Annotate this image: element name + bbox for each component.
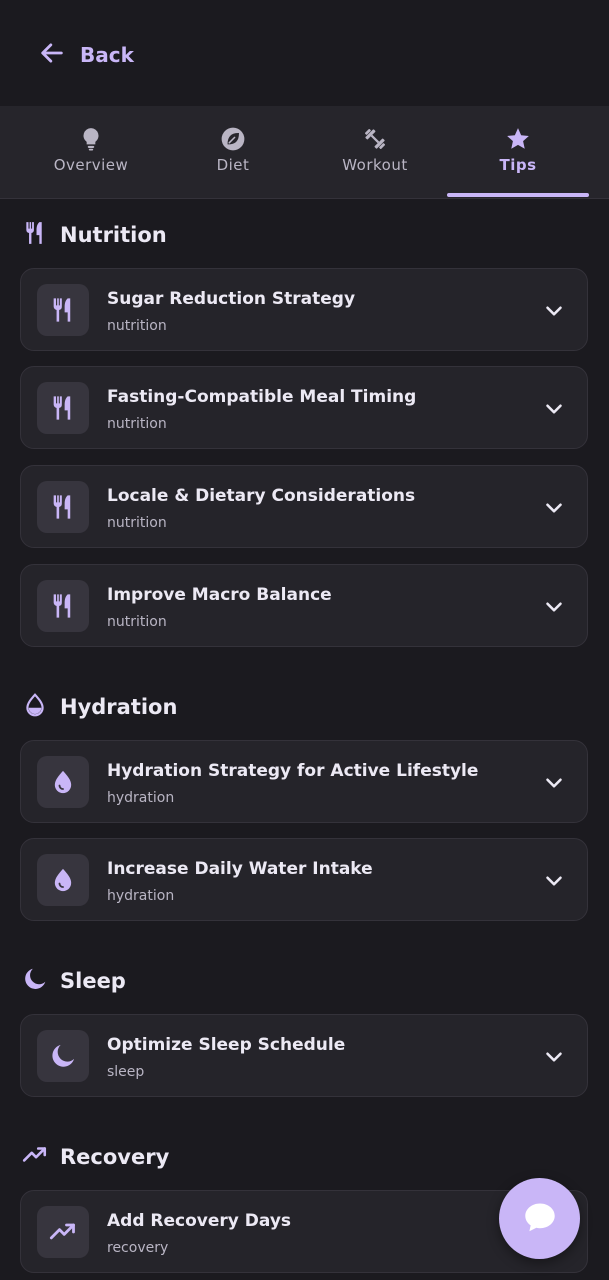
tip-card[interactable]: Locale & Dietary Considerations nutritio… xyxy=(20,465,588,548)
tip-card[interactable]: Sugar Reduction Strategy nutrition xyxy=(20,268,588,351)
moon-icon xyxy=(37,1030,89,1082)
section-header-nutrition: Nutrition xyxy=(22,219,167,251)
chevron-down-icon[interactable] xyxy=(541,868,567,894)
tip-title: Optimize Sleep Schedule xyxy=(107,1035,346,1055)
tip-category: sleep xyxy=(107,1064,145,1080)
tip-title: Locale & Dietary Considerations xyxy=(107,486,416,506)
chevron-down-icon[interactable] xyxy=(541,298,567,324)
chat-bubble-icon xyxy=(521,1198,559,1240)
tab-tips[interactable]: Tips xyxy=(447,106,589,198)
tab-label: Tips xyxy=(499,156,537,174)
section-title: Recovery xyxy=(60,1145,170,1169)
tab-label: Overview xyxy=(53,156,129,174)
trending-up-icon xyxy=(37,1206,89,1258)
back-label: Back xyxy=(80,43,134,67)
tip-card[interactable]: Fasting-Compatible Meal Timing nutrition xyxy=(20,366,588,449)
tab-label: Diet xyxy=(216,156,250,174)
tip-category: nutrition xyxy=(107,515,167,531)
fork-knife-icon xyxy=(37,580,89,632)
fork-knife-icon xyxy=(37,382,89,434)
back-button[interactable]: Back xyxy=(38,38,134,72)
tip-title: Improve Macro Balance xyxy=(107,585,332,605)
section-title: Sleep xyxy=(60,969,126,993)
tip-category: hydration xyxy=(107,790,175,806)
tip-category: recovery xyxy=(107,1240,169,1256)
chevron-down-icon[interactable] xyxy=(541,1044,567,1070)
section-header-sleep: Sleep xyxy=(22,965,126,997)
fork-knife-icon xyxy=(37,284,89,336)
tip-category: nutrition xyxy=(107,416,167,432)
chevron-down-icon[interactable] xyxy=(541,495,567,521)
water-drop-icon xyxy=(37,854,89,906)
tab-workout[interactable]: Workout xyxy=(304,106,446,198)
tip-category: hydration xyxy=(107,888,175,904)
tip-category: nutrition xyxy=(107,318,167,334)
tab-label: Workout xyxy=(342,156,408,174)
tip-card[interactable]: Increase Daily Water Intake hydration xyxy=(20,838,588,921)
tab-diet[interactable]: Diet xyxy=(162,106,304,198)
leaf-icon xyxy=(219,125,247,153)
tip-title: Sugar Reduction Strategy xyxy=(107,289,356,309)
section-header-hydration: Hydration xyxy=(22,691,177,723)
fork-knife-icon xyxy=(37,481,89,533)
tab-bar: Overview Diet Workout Tips xyxy=(0,106,609,199)
tip-card[interactable]: Optimize Sleep Schedule sleep xyxy=(20,1014,588,1097)
tip-title: Fasting-Compatible Meal Timing xyxy=(107,387,417,407)
chevron-down-icon[interactable] xyxy=(541,396,567,422)
moon-icon xyxy=(22,966,48,996)
chat-button[interactable] xyxy=(499,1178,580,1259)
tip-card[interactable]: Improve Macro Balance nutrition xyxy=(20,564,588,647)
water-drop-icon xyxy=(37,756,89,808)
arrow-left-icon xyxy=(38,39,66,71)
fork-knife-icon xyxy=(22,220,48,250)
tip-title: Add Recovery Days xyxy=(107,1211,292,1231)
tip-title: Hydration Strategy for Active Lifestyle xyxy=(107,761,479,781)
dumbbell-icon xyxy=(361,125,389,153)
tip-category: nutrition xyxy=(107,614,167,630)
star-icon xyxy=(504,125,532,153)
section-title: Nutrition xyxy=(60,223,167,247)
tab-overview[interactable]: Overview xyxy=(20,106,162,198)
lightbulb-icon xyxy=(77,125,105,153)
section-title: Hydration xyxy=(60,695,178,719)
chevron-down-icon[interactable] xyxy=(541,770,567,796)
tip-card[interactable]: Hydration Strategy for Active Lifestyle … xyxy=(20,740,588,823)
active-tab-indicator xyxy=(447,193,589,197)
chevron-down-icon[interactable] xyxy=(541,594,567,620)
top-bar: Back xyxy=(0,0,609,106)
section-header-recovery: Recovery xyxy=(22,1141,169,1173)
tip-title: Increase Daily Water Intake xyxy=(107,859,373,879)
water-drop-icon xyxy=(22,692,48,722)
trending-up-icon xyxy=(22,1142,48,1172)
